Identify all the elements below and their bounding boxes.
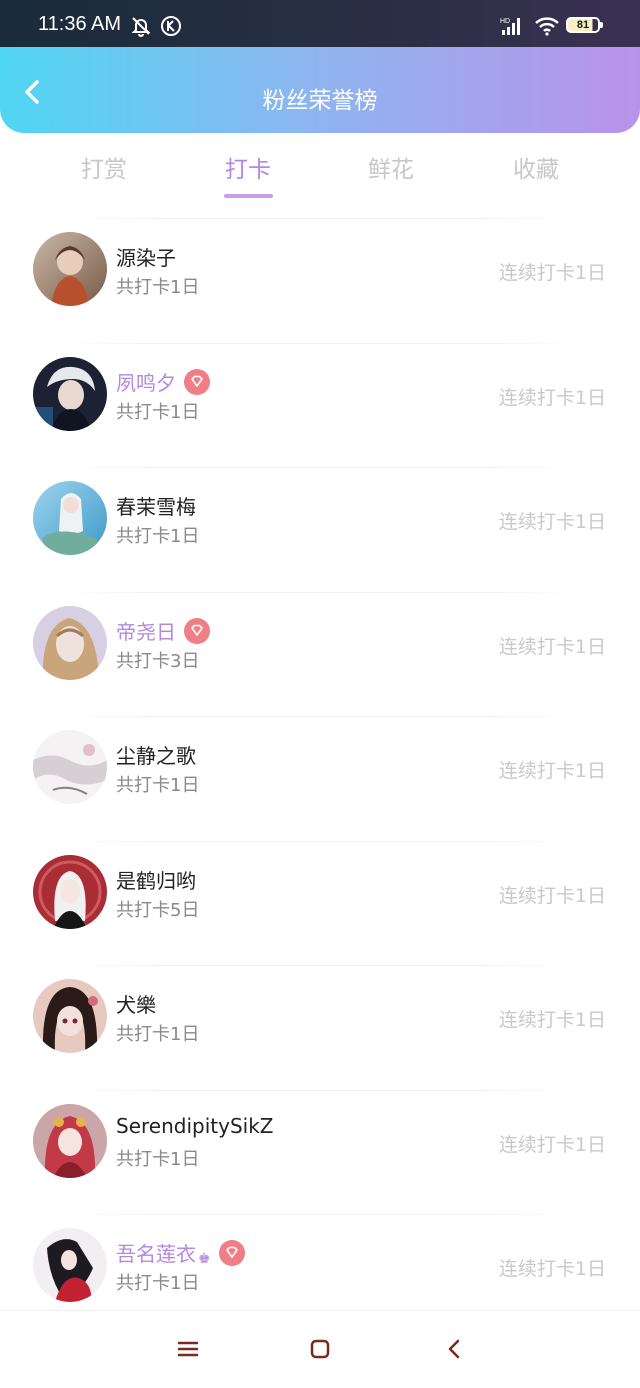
fan-streak: 连续打卡1日 xyxy=(498,1009,606,1031)
fan-name: 犬樂 xyxy=(116,993,156,1017)
fan-name: 源染子 xyxy=(116,246,176,270)
fan-name: 是鹤归哟 xyxy=(116,868,196,893)
fan-total-checkins: 共打卡1日 xyxy=(116,401,200,423)
list-item[interactable]: 是鹤归哟 共打卡5日 连续打卡1日 xyxy=(0,840,640,966)
list-item[interactable]: 尘静之歌 共打卡1日 连续打卡1日 xyxy=(0,716,640,841)
home-square-icon[interactable] xyxy=(306,1335,334,1363)
avatar[interactable] xyxy=(33,605,107,680)
list-item[interactable]: 源染子 共打卡1日 连续打卡1日 xyxy=(0,218,640,343)
back-chevron-icon[interactable] xyxy=(440,1335,468,1363)
tab-checkin[interactable]: 打卡 xyxy=(198,150,298,184)
fan-name: 吾名莲衣 ♚ xyxy=(116,1238,245,1267)
tab-flowers[interactable]: 鲜花 xyxy=(341,150,441,184)
fan-name: 春茉雪梅 xyxy=(116,495,196,519)
avatar[interactable] xyxy=(33,854,107,929)
fan-streak: 连续打卡1日 xyxy=(498,760,606,782)
fan-total-checkins: 共打卡1日 xyxy=(116,1024,200,1045)
avatar[interactable] xyxy=(33,481,107,555)
tab-favorites[interactable]: 收藏 xyxy=(486,150,586,184)
list-item[interactable]: SerendipitySikZ 共打卡1日 连续打卡1日 xyxy=(0,1089,640,1215)
fan-total-checkins: 共打卡5日 xyxy=(116,899,200,921)
vip-badge-icon xyxy=(184,617,210,644)
list-item[interactable]: 犬樂 共打卡1日 连续打卡1日 xyxy=(0,965,640,1090)
svg-text:HD: HD xyxy=(500,18,510,25)
avatar[interactable] xyxy=(33,979,107,1053)
fan-total-checkins: 共打卡1日 xyxy=(116,1273,200,1294)
fan-streak: 连续打卡1日 xyxy=(498,1133,606,1156)
fan-total-checkins: 共打卡1日 xyxy=(116,526,200,547)
hd-signal-icon: HD xyxy=(500,18,520,35)
fan-streak: 连续打卡1日 xyxy=(498,511,606,533)
crown-icon: ♚ xyxy=(198,1251,211,1267)
list-item[interactable]: 夙鸣夕 共打卡1日 连续打卡1日 xyxy=(0,342,640,468)
vip-badge-icon xyxy=(218,1240,245,1266)
fan-streak: 连续打卡1日 xyxy=(498,262,606,284)
vip-badge-icon xyxy=(184,368,210,395)
avatar[interactable] xyxy=(33,232,107,306)
fan-name: SerendipitySikZ xyxy=(116,1113,274,1138)
tab-bar: 打赏 打卡 鲜花 收藏 xyxy=(0,150,640,200)
app-header: 粉丝荣誉榜 xyxy=(0,47,640,133)
status-time: 11:36 AM xyxy=(38,13,122,35)
menu-icon[interactable] xyxy=(174,1335,202,1363)
avatar[interactable] xyxy=(33,356,107,431)
fan-streak: 连续打卡1日 xyxy=(498,1258,606,1280)
fan-name: 夙鸣夕 xyxy=(116,367,210,396)
status-bar: 11:36 AM HD 81 xyxy=(0,0,640,47)
fan-total-checkins: 共打卡3日 xyxy=(116,650,200,672)
system-nav-bar xyxy=(0,1310,640,1388)
mute-bell-icon xyxy=(131,17,151,37)
fan-name: 帝尧日 xyxy=(116,616,210,645)
battery-icon: 81 xyxy=(566,17,603,33)
avatar[interactable] xyxy=(33,1103,107,1178)
avatar[interactable] xyxy=(33,1228,107,1302)
fan-total-checkins: 共打卡1日 xyxy=(116,277,200,298)
page-title: 粉丝荣誉榜 xyxy=(262,88,378,114)
fan-streak: 连续打卡1日 xyxy=(498,884,606,907)
fan-list: 源染子 共打卡1日 连续打卡1日 夙鸣夕 共打卡1日 连续打卡1日 春茉雪梅 共… xyxy=(0,218,640,1339)
fan-streak: 连续打卡1日 xyxy=(498,386,606,409)
active-tab-indicator xyxy=(224,194,273,198)
list-item[interactable]: 帝尧日 共打卡3日 连续打卡1日 xyxy=(0,591,640,717)
tab-reward[interactable]: 打赏 xyxy=(54,150,154,184)
avatar[interactable] xyxy=(33,730,107,804)
list-item[interactable]: 春茉雪梅 共打卡1日 连续打卡1日 xyxy=(0,467,640,592)
fan-total-checkins: 共打卡1日 xyxy=(116,1148,200,1170)
fan-name: 尘静之歌 xyxy=(116,744,196,768)
fan-total-checkins: 共打卡1日 xyxy=(116,775,200,796)
wifi-icon xyxy=(535,17,559,36)
fan-streak: 连续打卡1日 xyxy=(498,635,606,658)
k-icon xyxy=(161,16,181,36)
